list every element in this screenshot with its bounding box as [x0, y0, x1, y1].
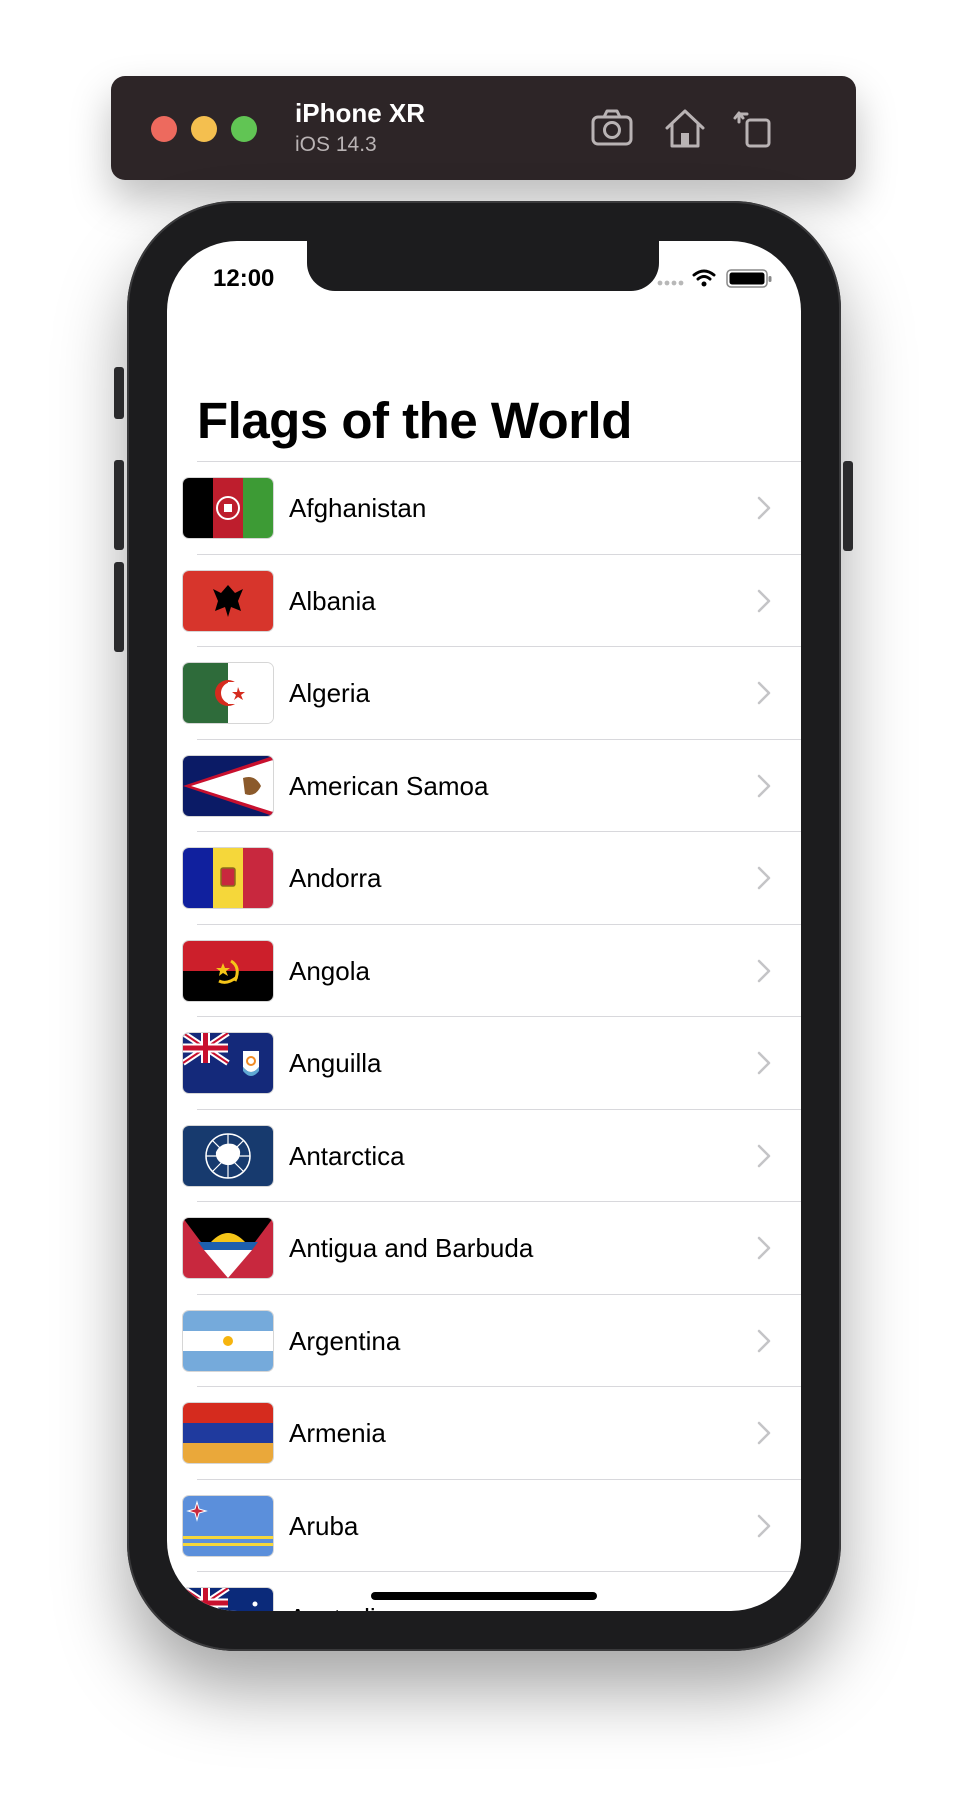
list-item[interactable]: Armenia — [167, 1387, 801, 1480]
country-name: Argentina — [289, 1325, 401, 1356]
antigua-and-barbuda-flag-icon — [182, 1217, 274, 1279]
list-item[interactable]: Antigua and Barbuda — [167, 1202, 801, 1295]
list-item[interactable]: Angola — [167, 925, 801, 1017]
list-item[interactable]: Afghanistan — [167, 462, 801, 555]
wifi-icon — [692, 269, 716, 281]
country-name: Afghanistan — [289, 493, 427, 523]
home-icon — [665, 109, 705, 148]
home-button[interactable] — [661, 104, 709, 152]
country-name: Angola — [289, 955, 370, 986]
aruba-flag-icon — [182, 1494, 274, 1557]
country-name: Andorra — [289, 863, 382, 893]
list-item[interactable]: Antarctica — [167, 1110, 801, 1202]
iphone-screen: 12:00 Flags of the World Afghanistan Alb… — [167, 241, 801, 1611]
screenshot-button[interactable] — [588, 104, 636, 152]
australia-flag-icon — [182, 1587, 274, 1611]
chevron-right-icon — [757, 1144, 771, 1167]
country-name: Anguilla — [289, 1048, 382, 1078]
country-name: Australia — [289, 1603, 390, 1611]
status-time: 12:00 — [213, 265, 275, 292]
afghanistan-flag-icon — [182, 477, 274, 539]
chevron-right-icon — [757, 1421, 771, 1445]
chevron-right-icon — [757, 1606, 764, 1611]
screenshot-icon — [591, 109, 633, 146]
list-item[interactable]: American Samoa — [167, 740, 801, 832]
status-indicators — [657, 269, 772, 288]
argentina-flag-icon — [182, 1309, 274, 1372]
mute-switch — [114, 367, 124, 419]
country-name: Armenia — [289, 1418, 386, 1448]
chevron-right-icon — [757, 681, 771, 705]
notch — [307, 241, 659, 291]
side-power-button — [843, 461, 853, 551]
chevron-right-icon — [757, 496, 771, 520]
list-item[interactable]: Algeria — [167, 647, 801, 740]
list-item[interactable]: Albania — [167, 555, 801, 647]
algeria-flag-icon — [182, 662, 274, 724]
country-list: Afghanistan Albania Algeria American Sam… — [167, 462, 801, 1611]
armenia-flag-icon — [182, 1402, 274, 1464]
list-item[interactable]: Argentina — [167, 1295, 801, 1387]
antarctica-flag-icon — [182, 1124, 274, 1187]
anguilla-flag-icon — [182, 1032, 274, 1094]
chevron-right-icon — [757, 866, 771, 890]
country-name: Aruba — [289, 1510, 359, 1541]
close-window-button[interactable] — [151, 116, 177, 142]
minimize-window-button[interactable] — [191, 116, 217, 142]
country-name: Algeria — [289, 678, 370, 708]
simulator-device-name: iPhone XR — [295, 98, 426, 128]
cellular-signal-icon — [657, 280, 684, 286]
chevron-right-icon — [757, 1329, 771, 1352]
battery-icon — [726, 269, 772, 288]
home-indicator[interactable] — [371, 1592, 597, 1600]
chevron-right-icon — [757, 959, 771, 982]
angola-flag-icon — [182, 939, 274, 1002]
chevron-right-icon — [757, 1236, 771, 1260]
country-name: Albania — [289, 585, 376, 616]
zoom-window-button[interactable] — [231, 116, 257, 142]
list-item[interactable]: Aruba — [167, 1480, 801, 1572]
chevron-right-icon — [757, 774, 771, 797]
chevron-right-icon — [757, 589, 771, 612]
rotate-icon — [733, 111, 771, 148]
chevron-right-icon — [757, 1514, 771, 1537]
country-name: American Samoa — [289, 770, 489, 801]
rotate-button[interactable] — [731, 104, 779, 152]
andorra-flag-icon — [182, 847, 274, 909]
list-item[interactable]: Andorra — [167, 832, 801, 925]
american-samoa-flag-icon — [182, 754, 274, 817]
albania-flag-icon — [182, 569, 274, 632]
list-item[interactable]: Anguilla — [167, 1017, 801, 1110]
volume-down-button — [114, 562, 124, 652]
simulator-os-version: iOS 14.3 — [295, 133, 377, 156]
page-title: Flags of the World — [197, 392, 632, 449]
country-name: Antigua and Barbuda — [289, 1233, 534, 1263]
chevron-right-icon — [757, 1051, 771, 1075]
volume-up-button — [114, 460, 124, 550]
country-name: Antarctica — [289, 1140, 405, 1171]
